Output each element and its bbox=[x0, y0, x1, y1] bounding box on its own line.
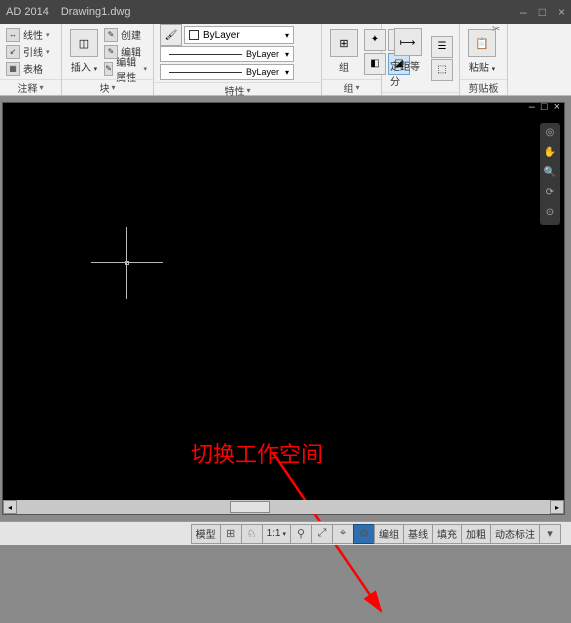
scroll-thumb[interactable] bbox=[230, 501, 270, 513]
annotation-label: 切换工作空间 bbox=[191, 437, 323, 469]
status-toggle-2[interactable]: 填充 bbox=[432, 524, 462, 544]
status-toggle-0[interactable]: 编组 bbox=[374, 524, 404, 544]
annotation-visibility-icon[interactable]: ⚲ bbox=[290, 524, 312, 544]
window-controls: – □ × bbox=[520, 5, 565, 19]
leader-button[interactable]: ↙引线▾ bbox=[6, 44, 50, 60]
doc-maximize-button[interactable]: □ bbox=[541, 101, 548, 113]
horizontal-scrollbar[interactable]: ◂ ▸ bbox=[3, 500, 564, 514]
measure-button[interactable]: ⟼ 定距等分 bbox=[388, 26, 427, 90]
nav-pan-icon[interactable]: ✋ bbox=[543, 147, 557, 161]
utility-tool-2[interactable]: ⬚ bbox=[431, 59, 453, 81]
insert-block-icon: ◫ bbox=[70, 29, 98, 57]
linetype-dropdown[interactable]: ByLayer▾ bbox=[160, 46, 294, 62]
panel-clipboard-title: 剪贴板 bbox=[469, 80, 499, 95]
tray-settings-icon[interactable]: ▾ bbox=[539, 524, 561, 544]
panel-block: ◫ 插入 ▾ ✎创建 ✎编辑 ✎编辑属性▾ 块▾ bbox=[62, 24, 154, 95]
lock-ui-icon[interactable]: ⤢ bbox=[311, 524, 333, 544]
switch-workspace-button[interactable]: ⚙ bbox=[353, 524, 375, 544]
table-button[interactable]: ▦表格 bbox=[6, 61, 50, 77]
measure-icon: ⟼ bbox=[394, 28, 422, 56]
annotation-scale-icon[interactable]: ♘ bbox=[241, 524, 263, 544]
nav-wheel-icon[interactable]: ◎ bbox=[543, 127, 557, 141]
minimize-button[interactable]: – bbox=[520, 5, 527, 19]
model-space-button[interactable]: 模型 bbox=[191, 524, 221, 544]
layer-color-dropdown[interactable]: ByLayer ▾ bbox=[184, 26, 294, 44]
insert-block-button[interactable]: ◫ 插入 ▾ bbox=[68, 27, 100, 76]
panel-properties: 🖌 ByLayer ▾ ByLayer▾ ByLayer▾ 特性▾ bbox=[154, 24, 322, 95]
panel-group: ⊞ 组 ✦ □ ◧ ◪ 组▾ bbox=[322, 24, 382, 95]
doc-minimize-button[interactable]: – bbox=[529, 101, 535, 113]
panel-utilities: ⟼ 定距等分 ☰ ⬚ 实用工具▾ bbox=[382, 24, 460, 95]
scroll-left-button[interactable]: ◂ bbox=[3, 500, 17, 514]
ribbon: ↔线性▾ ↙引线▾ ▦表格 注释▾ ◫ 插入 ▾ ✎创建 ✎编辑 ✎编辑属性▾ … bbox=[0, 24, 571, 96]
scroll-right-button[interactable]: ▸ bbox=[550, 500, 564, 514]
panel-clipboard: 📋 粘贴 ▾ ✂ 剪贴板 bbox=[460, 24, 508, 95]
lineweight-dropdown[interactable]: ByLayer▾ bbox=[160, 64, 294, 80]
scale-ratio-button[interactable]: 1:1▾ bbox=[262, 524, 291, 544]
match-properties-button[interactable]: 🖌 bbox=[160, 24, 182, 46]
document-name: Drawing1.dwg bbox=[61, 6, 131, 18]
maximize-button[interactable]: □ bbox=[539, 5, 546, 19]
isolate-objects-icon[interactable]: ⌖ bbox=[332, 524, 354, 544]
status-toggle-1[interactable]: 基线 bbox=[403, 524, 433, 544]
cut-icon[interactable]: ✂ bbox=[492, 24, 500, 35]
status-toggle-3[interactable]: 加粗 bbox=[461, 524, 491, 544]
edit-attributes-button[interactable]: ✎编辑属性▾ bbox=[104, 61, 147, 77]
status-bar: 模型 ⊞ ♘ 1:1▾ ⚲ ⤢ ⌖ ⚙ 编组 基线 填充 加粗 动态标注 ▾ bbox=[0, 521, 571, 545]
nav-bar: ◎ ✋ 🔍 ⟳ ⊙ bbox=[540, 123, 560, 225]
nav-orbit-icon[interactable]: ⟳ bbox=[543, 187, 557, 201]
group-button[interactable]: ⊞ 组 bbox=[328, 27, 360, 76]
status-toggle-4[interactable]: 动态标注 bbox=[490, 524, 540, 544]
create-block-button[interactable]: ✎创建 bbox=[104, 27, 147, 43]
document-area: – □ × ◎ ✋ 🔍 ⟳ ⊙ 切换工作空间 ◂ ▸ bbox=[0, 96, 571, 521]
panel-annotate: ↔线性▾ ↙引线▾ ▦表格 注释▾ bbox=[0, 24, 62, 95]
utility-tool-1[interactable]: ☰ bbox=[431, 36, 453, 58]
title-bar: AD 2014 Drawing1.dwg – □ × bbox=[0, 0, 571, 24]
app-name-suffix: AD 2014 bbox=[6, 6, 49, 18]
doc-close-button[interactable]: × bbox=[554, 101, 560, 113]
linear-dimension-button[interactable]: ↔线性▾ bbox=[6, 27, 50, 43]
panel-block-title: 块 bbox=[99, 80, 109, 95]
drawing-viewport[interactable]: – □ × ◎ ✋ 🔍 ⟳ ⊙ 切换工作空间 ◂ ▸ bbox=[2, 102, 565, 515]
layout-grid-icon[interactable]: ⊞ bbox=[220, 524, 242, 544]
color-swatch-icon bbox=[189, 30, 199, 40]
panel-annotate-title: 注释 bbox=[17, 80, 37, 95]
nav-zoom-icon[interactable]: 🔍 bbox=[543, 167, 557, 181]
panel-group-title: 组 bbox=[343, 80, 353, 95]
nav-show-icon[interactable]: ⊙ bbox=[543, 207, 557, 221]
group-icon: ⊞ bbox=[330, 29, 358, 57]
close-button[interactable]: × bbox=[558, 5, 565, 19]
doc-window-controls: – □ × bbox=[529, 101, 560, 113]
